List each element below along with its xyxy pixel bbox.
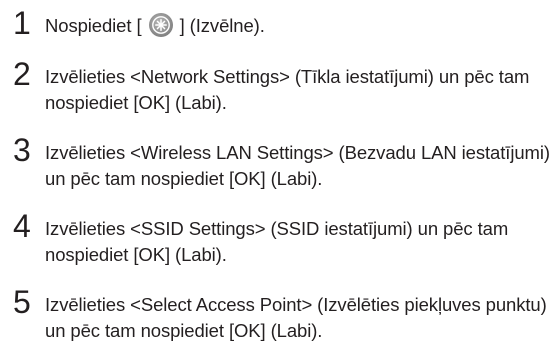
step-number: 5 xyxy=(13,284,31,320)
step-text: Izvēlieties <Wireless LAN Settings> (Bez… xyxy=(45,142,550,189)
step-text: Izvēlieties <SSID Settings> (SSID iestat… xyxy=(45,218,509,265)
instruction-steps: 1 Nospiediet [ ] (Izvēlne). 2 Izvēlietie… xyxy=(0,0,557,361)
step-text-after-icon: ] (Izvēlne). xyxy=(174,15,265,36)
step-text-before-icon: Nospiediet [ xyxy=(45,15,147,36)
step-text: Izvēlieties <Network Settings> (Tīkla ie… xyxy=(45,66,530,113)
step-number: 3 xyxy=(13,132,31,168)
menu-key-icon xyxy=(148,13,173,38)
step-text: Nospiediet [ ] (Izvēlne). xyxy=(45,13,550,39)
step-number: 1 xyxy=(13,5,31,41)
step-text: Izvēlieties <Select Access Point> (Izvēl… xyxy=(45,294,547,341)
step-number: 2 xyxy=(13,56,31,92)
step-number: 4 xyxy=(13,208,31,244)
